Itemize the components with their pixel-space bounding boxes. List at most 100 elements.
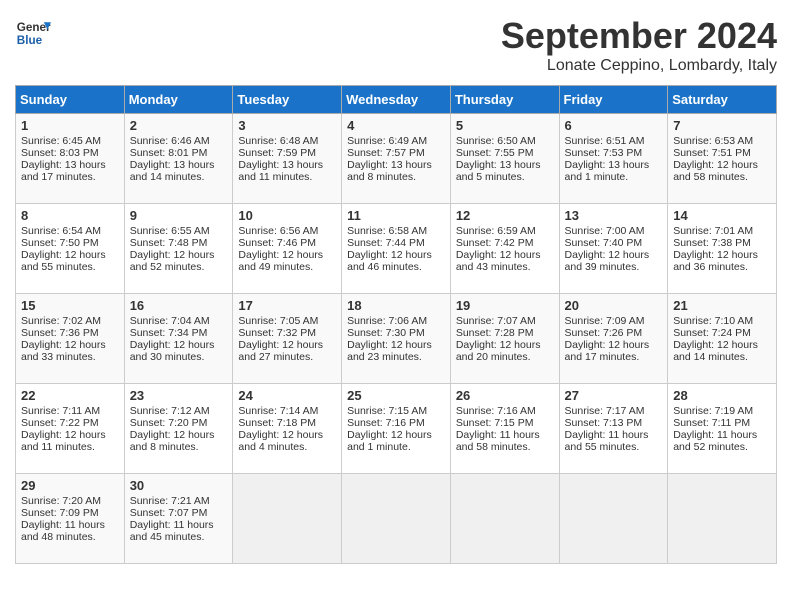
sunset-text: Sunset: 7:42 PM bbox=[456, 237, 534, 249]
calendar-cell: 2Sunrise: 6:46 AMSunset: 8:01 PMDaylight… bbox=[124, 114, 233, 204]
day-number: 30 bbox=[130, 478, 228, 493]
calendar-cell: 15Sunrise: 7:02 AMSunset: 7:36 PMDayligh… bbox=[16, 294, 125, 384]
day-number: 7 bbox=[673, 118, 771, 133]
logo-icon: General Blue bbox=[15, 15, 51, 51]
sunrise-text: Sunrise: 7:21 AM bbox=[130, 495, 210, 507]
day-number: 16 bbox=[130, 298, 228, 313]
sunset-text: Sunset: 7:44 PM bbox=[347, 237, 425, 249]
day-number: 9 bbox=[130, 208, 228, 223]
calendar-cell bbox=[559, 474, 668, 564]
calendar-cell: 16Sunrise: 7:04 AMSunset: 7:34 PMDayligh… bbox=[124, 294, 233, 384]
daylight-text: Daylight: 11 hours and 52 minutes. bbox=[673, 429, 757, 453]
sunrise-text: Sunrise: 6:51 AM bbox=[565, 135, 645, 147]
sunrise-text: Sunrise: 7:04 AM bbox=[130, 315, 210, 327]
calendar-cell: 17Sunrise: 7:05 AMSunset: 7:32 PMDayligh… bbox=[233, 294, 342, 384]
sunset-text: Sunset: 7:24 PM bbox=[673, 327, 751, 339]
sunset-text: Sunset: 7:57 PM bbox=[347, 147, 425, 159]
daylight-text: Daylight: 12 hours and 14 minutes. bbox=[673, 339, 758, 363]
calendar-cell bbox=[668, 474, 777, 564]
column-header-wednesday: Wednesday bbox=[342, 86, 451, 114]
month-title: September 2024 bbox=[501, 15, 777, 57]
daylight-text: Daylight: 12 hours and 55 minutes. bbox=[21, 249, 106, 273]
calendar-cell bbox=[450, 474, 559, 564]
sunset-text: Sunset: 7:59 PM bbox=[238, 147, 316, 159]
calendar-cell: 18Sunrise: 7:06 AMSunset: 7:30 PMDayligh… bbox=[342, 294, 451, 384]
calendar-cell: 13Sunrise: 7:00 AMSunset: 7:40 PMDayligh… bbox=[559, 204, 668, 294]
day-number: 17 bbox=[238, 298, 336, 313]
calendar-cell: 28Sunrise: 7:19 AMSunset: 7:11 PMDayligh… bbox=[668, 384, 777, 474]
sunrise-text: Sunrise: 6:56 AM bbox=[238, 225, 318, 237]
calendar-cell: 22Sunrise: 7:11 AMSunset: 7:22 PMDayligh… bbox=[16, 384, 125, 474]
calendar-cell: 19Sunrise: 7:07 AMSunset: 7:28 PMDayligh… bbox=[450, 294, 559, 384]
sunrise-text: Sunrise: 6:48 AM bbox=[238, 135, 318, 147]
daylight-text: Daylight: 12 hours and 52 minutes. bbox=[130, 249, 215, 273]
sunrise-text: Sunrise: 7:01 AM bbox=[673, 225, 753, 237]
daylight-text: Daylight: 11 hours and 45 minutes. bbox=[130, 519, 214, 543]
sunset-text: Sunset: 7:51 PM bbox=[673, 147, 751, 159]
calendar-cell: 3Sunrise: 6:48 AMSunset: 7:59 PMDaylight… bbox=[233, 114, 342, 204]
day-number: 22 bbox=[21, 388, 119, 403]
daylight-text: Daylight: 13 hours and 11 minutes. bbox=[238, 159, 323, 183]
header: General Blue September 2024 Lonate Ceppi… bbox=[15, 15, 777, 75]
day-number: 24 bbox=[238, 388, 336, 403]
sunset-text: Sunset: 7:36 PM bbox=[21, 327, 99, 339]
daylight-text: Daylight: 12 hours and 1 minute. bbox=[347, 429, 432, 453]
day-number: 4 bbox=[347, 118, 445, 133]
location-title: Lonate Ceppino, Lombardy, Italy bbox=[501, 57, 777, 75]
title-area: September 2024 Lonate Ceppino, Lombardy,… bbox=[501, 15, 777, 75]
calendar-cell bbox=[233, 474, 342, 564]
column-header-friday: Friday bbox=[559, 86, 668, 114]
daylight-text: Daylight: 12 hours and 17 minutes. bbox=[565, 339, 650, 363]
sunrise-text: Sunrise: 7:06 AM bbox=[347, 315, 427, 327]
calendar-cell: 8Sunrise: 6:54 AMSunset: 7:50 PMDaylight… bbox=[16, 204, 125, 294]
day-number: 21 bbox=[673, 298, 771, 313]
sunset-text: Sunset: 7:38 PM bbox=[673, 237, 751, 249]
daylight-text: Daylight: 12 hours and 23 minutes. bbox=[347, 339, 432, 363]
sunset-text: Sunset: 7:53 PM bbox=[565, 147, 643, 159]
calendar-cell bbox=[342, 474, 451, 564]
sunrise-text: Sunrise: 6:59 AM bbox=[456, 225, 536, 237]
calendar-cell: 4Sunrise: 6:49 AMSunset: 7:57 PMDaylight… bbox=[342, 114, 451, 204]
daylight-text: Daylight: 13 hours and 17 minutes. bbox=[21, 159, 106, 183]
sunset-text: Sunset: 7:22 PM bbox=[21, 417, 99, 429]
day-number: 19 bbox=[456, 298, 554, 313]
daylight-text: Daylight: 13 hours and 8 minutes. bbox=[347, 159, 432, 183]
sunrise-text: Sunrise: 7:17 AM bbox=[565, 405, 645, 417]
sunset-text: Sunset: 7:28 PM bbox=[456, 327, 534, 339]
day-number: 12 bbox=[456, 208, 554, 223]
calendar-cell: 10Sunrise: 6:56 AMSunset: 7:46 PMDayligh… bbox=[233, 204, 342, 294]
sunset-text: Sunset: 7:20 PM bbox=[130, 417, 208, 429]
sunrise-text: Sunrise: 7:11 AM bbox=[21, 405, 100, 417]
sunrise-text: Sunrise: 7:14 AM bbox=[238, 405, 318, 417]
calendar-cell: 6Sunrise: 6:51 AMSunset: 7:53 PMDaylight… bbox=[559, 114, 668, 204]
sunrise-text: Sunrise: 7:12 AM bbox=[130, 405, 210, 417]
sunset-text: Sunset: 7:13 PM bbox=[565, 417, 643, 429]
sunset-text: Sunset: 7:40 PM bbox=[565, 237, 643, 249]
calendar-cell: 24Sunrise: 7:14 AMSunset: 7:18 PMDayligh… bbox=[233, 384, 342, 474]
day-number: 15 bbox=[21, 298, 119, 313]
sunset-text: Sunset: 7:11 PM bbox=[673, 417, 750, 429]
sunset-text: Sunset: 7:09 PM bbox=[21, 507, 99, 519]
daylight-text: Daylight: 12 hours and 8 minutes. bbox=[130, 429, 215, 453]
sunset-text: Sunset: 7:16 PM bbox=[347, 417, 425, 429]
sunset-text: Sunset: 8:03 PM bbox=[21, 147, 99, 159]
calendar-cell: 21Sunrise: 7:10 AMSunset: 7:24 PMDayligh… bbox=[668, 294, 777, 384]
sunset-text: Sunset: 7:32 PM bbox=[238, 327, 316, 339]
column-header-thursday: Thursday bbox=[450, 86, 559, 114]
sunrise-text: Sunrise: 6:55 AM bbox=[130, 225, 210, 237]
daylight-text: Daylight: 11 hours and 55 minutes. bbox=[565, 429, 649, 453]
sunrise-text: Sunrise: 7:02 AM bbox=[21, 315, 101, 327]
day-number: 14 bbox=[673, 208, 771, 223]
day-number: 26 bbox=[456, 388, 554, 403]
calendar-cell: 5Sunrise: 6:50 AMSunset: 7:55 PMDaylight… bbox=[450, 114, 559, 204]
calendar-cell: 14Sunrise: 7:01 AMSunset: 7:38 PMDayligh… bbox=[668, 204, 777, 294]
sunset-text: Sunset: 7:18 PM bbox=[238, 417, 316, 429]
sunset-text: Sunset: 7:15 PM bbox=[456, 417, 534, 429]
sunrise-text: Sunrise: 7:16 AM bbox=[456, 405, 536, 417]
sunset-text: Sunset: 7:55 PM bbox=[456, 147, 534, 159]
sunset-text: Sunset: 7:26 PM bbox=[565, 327, 643, 339]
calendar-table: SundayMondayTuesdayWednesdayThursdayFrid… bbox=[15, 85, 777, 564]
day-number: 5 bbox=[456, 118, 554, 133]
daylight-text: Daylight: 12 hours and 30 minutes. bbox=[130, 339, 215, 363]
sunrise-text: Sunrise: 7:09 AM bbox=[565, 315, 645, 327]
